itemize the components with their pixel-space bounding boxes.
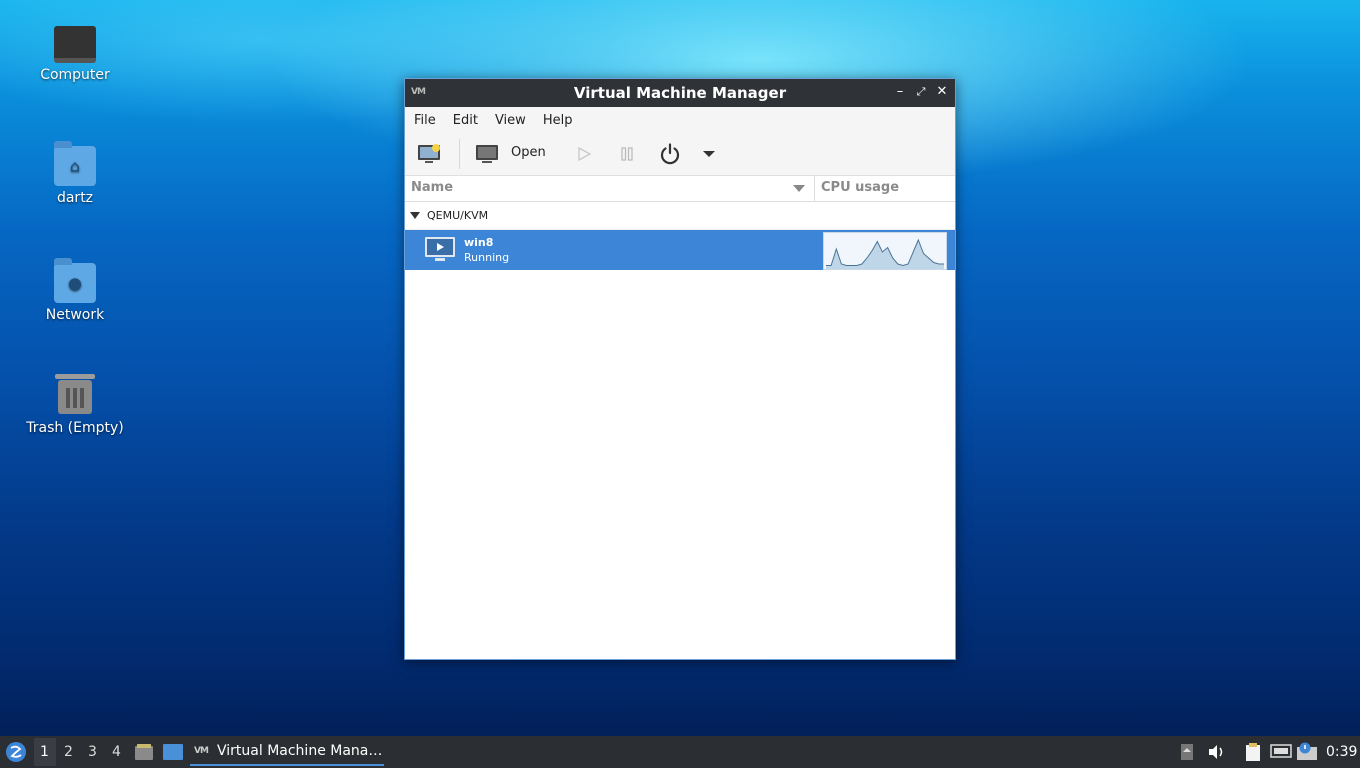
desktop-icon-label: Computer bbox=[40, 67, 110, 83]
pause-icon[interactable] bbox=[619, 143, 635, 165]
tray-arrow-icon[interactable] bbox=[1180, 743, 1194, 761]
vm-running-monitor-icon bbox=[425, 237, 455, 261]
desktop-icon-label: Trash (Empty) bbox=[26, 420, 124, 436]
shutdown-icon[interactable] bbox=[658, 142, 682, 166]
network-icon[interactable] bbox=[1270, 743, 1292, 761]
task-label: Virtual Machine Mana… bbox=[217, 743, 383, 759]
workspace-1[interactable]: 1 bbox=[40, 744, 49, 760]
clipboard-icon[interactable] bbox=[1244, 742, 1262, 762]
open-button[interactable]: Open bbox=[511, 145, 546, 160]
new-vm-button[interactable] bbox=[417, 143, 443, 165]
shutdown-menu-chevron-down-icon[interactable] bbox=[702, 143, 716, 165]
workspace-4[interactable]: 4 bbox=[112, 744, 121, 760]
start-menu-button[interactable] bbox=[5, 741, 27, 763]
network-folder-icon: ● bbox=[54, 258, 96, 303]
file-manager-launcher-icon[interactable] bbox=[134, 743, 154, 761]
menu-file[interactable]: File bbox=[405, 113, 444, 128]
desktop-icon-computer[interactable]: Computer bbox=[20, 22, 130, 83]
desktop-icon-trash[interactable]: Trash (Empty) bbox=[20, 374, 130, 436]
cpu-usage-graph bbox=[823, 232, 947, 270]
vm-status: Running bbox=[464, 251, 510, 264]
toolbar-separator bbox=[459, 139, 460, 169]
connection-label: QEMU/KVM bbox=[427, 209, 489, 222]
window-title: Virtual Machine Manager bbox=[573, 84, 787, 102]
taskbar: 1 2 3 4 VM Virtual Machine Mana… 0:39 bbox=[0, 736, 1360, 768]
vmm-window: VM Virtual Machine Manager – ⤢ ✕ File Ed… bbox=[404, 78, 956, 660]
home-folder-icon: ⌂ bbox=[54, 141, 96, 186]
column-divider bbox=[814, 176, 815, 201]
sort-chevron-down-icon[interactable] bbox=[793, 183, 805, 193]
desktop-icon-label: dartz bbox=[56, 190, 94, 206]
show-desktop-icon[interactable] bbox=[162, 743, 184, 761]
window-titlebar[interactable]: VM Virtual Machine Manager – ⤢ ✕ bbox=[405, 79, 955, 107]
minimize-button[interactable]: – bbox=[891, 83, 909, 101]
vmm-task-icon: VM bbox=[194, 746, 209, 756]
open-console-icon[interactable] bbox=[475, 143, 499, 165]
column-cpu-usage[interactable]: CPU usage bbox=[821, 180, 899, 195]
menubar: File Edit View Help bbox=[405, 107, 955, 133]
vm-name: win8 bbox=[464, 236, 494, 249]
workspace-2[interactable]: 2 bbox=[64, 744, 73, 760]
menu-view[interactable]: View bbox=[486, 113, 534, 128]
desktop-icon-home[interactable]: ⌂ dartz bbox=[20, 141, 130, 206]
expander-chevron-down-icon[interactable] bbox=[410, 212, 420, 220]
volume-icon[interactable] bbox=[1207, 743, 1227, 761]
column-header: Name CPU usage bbox=[405, 176, 955, 202]
clock[interactable]: 0:39 bbox=[1326, 744, 1357, 760]
notification-icon[interactable] bbox=[1296, 742, 1318, 762]
close-button[interactable]: ✕ bbox=[933, 83, 951, 101]
taskbar-window-vmm[interactable]: VM Virtual Machine Mana… bbox=[190, 736, 384, 768]
connection-row[interactable]: QEMU/KVM bbox=[405, 202, 955, 230]
desktop-icon-label: Network bbox=[45, 307, 105, 323]
menu-edit[interactable]: Edit bbox=[444, 113, 486, 128]
column-name[interactable]: Name bbox=[411, 180, 453, 195]
computer-icon bbox=[54, 26, 96, 63]
trash-icon bbox=[55, 374, 95, 414]
maximize-button[interactable]: ⤢ bbox=[912, 83, 930, 101]
desktop-icon-network[interactable]: ● Network bbox=[20, 258, 130, 323]
toolbar: Open bbox=[405, 133, 955, 176]
run-icon[interactable] bbox=[575, 143, 593, 165]
menu-help[interactable]: Help bbox=[534, 113, 581, 128]
workspace-3[interactable]: 3 bbox=[88, 744, 97, 760]
vm-row[interactable]: win8 Running bbox=[405, 230, 955, 270]
